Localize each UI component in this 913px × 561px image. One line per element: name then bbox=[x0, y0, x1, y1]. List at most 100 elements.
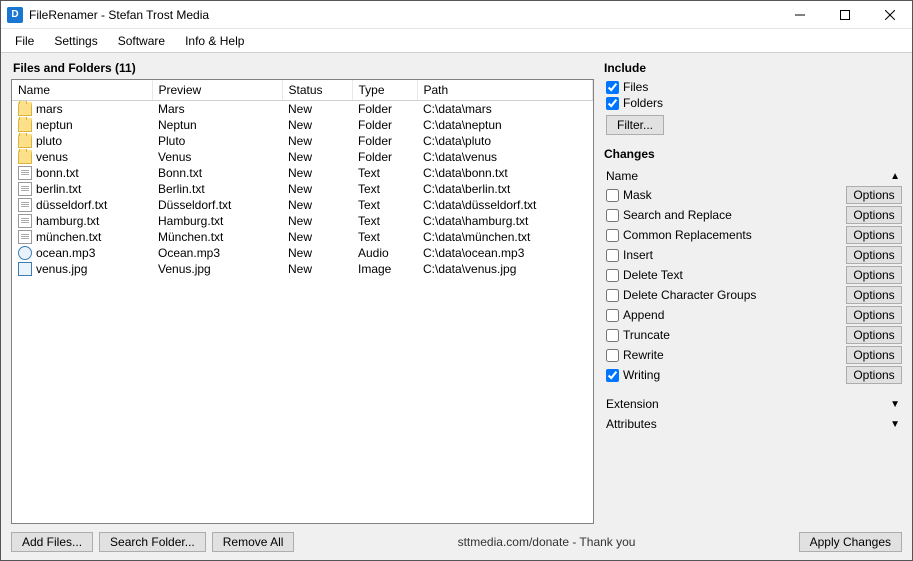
options-button[interactable]: Options bbox=[846, 326, 902, 344]
cell-status: New bbox=[282, 117, 352, 133]
options-button[interactable]: Options bbox=[846, 186, 902, 204]
options-button[interactable]: Options bbox=[846, 246, 902, 264]
cell-name: berlin.txt bbox=[36, 182, 81, 196]
change-checkbox-common replacements[interactable] bbox=[606, 229, 619, 242]
table-row[interactable]: düsseldorf.txtDüsseldorf.txtNewTextC:\da… bbox=[12, 197, 593, 213]
table-row[interactable]: münchen.txtMünchen.txtNewTextC:\data\mün… bbox=[12, 229, 593, 245]
window-buttons bbox=[777, 1, 912, 28]
add-files-button[interactable]: Add Files... bbox=[11, 532, 93, 552]
change-checkbox-delete character groups[interactable] bbox=[606, 289, 619, 302]
include-files-label[interactable]: Files bbox=[623, 80, 648, 94]
apply-changes-button[interactable]: Apply Changes bbox=[799, 532, 902, 552]
change-checkbox-rewrite[interactable] bbox=[606, 349, 619, 362]
col-status[interactable]: Status bbox=[282, 80, 352, 101]
group-attributes-header[interactable]: Attributes ▼ bbox=[602, 413, 902, 433]
close-button[interactable] bbox=[867, 1, 912, 28]
cell-type: Image bbox=[352, 261, 417, 277]
table-row[interactable]: neptunNeptunNewFolderC:\data\neptun bbox=[12, 117, 593, 133]
cell-status: New bbox=[282, 181, 352, 197]
change-label[interactable]: Search and Replace bbox=[623, 208, 732, 222]
change-checkbox-search and replace[interactable] bbox=[606, 209, 619, 222]
change-label[interactable]: Delete Character Groups bbox=[623, 288, 756, 302]
app-window: D FileRenamer - Stefan Trost Media File … bbox=[0, 0, 913, 561]
change-label[interactable]: Common Replacements bbox=[623, 228, 752, 242]
options-button[interactable]: Options bbox=[846, 306, 902, 324]
table-row[interactable]: bonn.txtBonn.txtNewTextC:\data\bonn.txt bbox=[12, 165, 593, 181]
table-row[interactable]: hamburg.txtHamburg.txtNewTextC:\data\ham… bbox=[12, 213, 593, 229]
cell-status: New bbox=[282, 149, 352, 165]
options-button[interactable]: Options bbox=[846, 206, 902, 224]
change-label[interactable]: Append bbox=[623, 308, 664, 322]
cell-path: C:\data\berlin.txt bbox=[417, 181, 593, 197]
menu-info-help[interactable]: Info & Help bbox=[175, 31, 254, 51]
change-checkbox-writing[interactable] bbox=[606, 369, 619, 382]
change-checkbox-truncate[interactable] bbox=[606, 329, 619, 342]
table-row[interactable]: marsMarsNewFolderC:\data\mars bbox=[12, 101, 593, 118]
menu-file[interactable]: File bbox=[5, 31, 44, 51]
include-heading: Include bbox=[602, 59, 902, 79]
folder-icon bbox=[18, 102, 32, 116]
table-header-row: Name Preview Status Type Path bbox=[12, 80, 593, 101]
files-table-container[interactable]: Name Preview Status Type Path marsMarsNe… bbox=[11, 79, 594, 524]
options-button[interactable]: Options bbox=[846, 346, 902, 364]
menu-settings[interactable]: Settings bbox=[44, 31, 107, 51]
options-button[interactable]: Options bbox=[846, 366, 902, 384]
cell-name: pluto bbox=[36, 134, 62, 148]
change-label[interactable]: Delete Text bbox=[623, 268, 683, 282]
change-label[interactable]: Writing bbox=[623, 368, 660, 382]
filter-button[interactable]: Filter... bbox=[606, 115, 664, 135]
content-area: Files and Folders (11) Name Preview Stat… bbox=[1, 53, 912, 526]
cell-path: C:\data\bonn.txt bbox=[417, 165, 593, 181]
change-checkbox-mask[interactable] bbox=[606, 189, 619, 202]
cell-type: Text bbox=[352, 181, 417, 197]
include-folders-label[interactable]: Folders bbox=[623, 96, 663, 110]
collapse-down-icon: ▼ bbox=[890, 399, 900, 410]
cell-type: Text bbox=[352, 229, 417, 245]
options-button[interactable]: Options bbox=[846, 266, 902, 284]
table-row[interactable]: venusVenusNewFolderC:\data\venus bbox=[12, 149, 593, 165]
include-folders-checkbox[interactable] bbox=[606, 97, 619, 110]
app-icon: D bbox=[7, 7, 23, 23]
maximize-button[interactable] bbox=[822, 1, 867, 28]
menu-software[interactable]: Software bbox=[108, 31, 175, 51]
remove-all-button[interactable]: Remove All bbox=[212, 532, 295, 552]
minimize-button[interactable] bbox=[777, 1, 822, 28]
image-icon bbox=[18, 262, 32, 276]
change-checkbox-delete text[interactable] bbox=[606, 269, 619, 282]
change-checkbox-append[interactable] bbox=[606, 309, 619, 322]
window-title: FileRenamer - Stefan Trost Media bbox=[29, 8, 777, 22]
change-checkbox-insert[interactable] bbox=[606, 249, 619, 262]
col-path[interactable]: Path bbox=[417, 80, 593, 101]
change-label[interactable]: Mask bbox=[623, 188, 652, 202]
col-name[interactable]: Name bbox=[12, 80, 152, 101]
options-button[interactable]: Options bbox=[846, 226, 902, 244]
change-label[interactable]: Rewrite bbox=[623, 348, 664, 362]
cell-path: C:\data\münchen.txt bbox=[417, 229, 593, 245]
cell-name: mars bbox=[36, 102, 63, 116]
table-row[interactable]: plutoPlutoNewFolderC:\data\pluto bbox=[12, 133, 593, 149]
options-button[interactable]: Options bbox=[846, 286, 902, 304]
cell-preview: Mars bbox=[152, 101, 282, 118]
cell-status: New bbox=[282, 213, 352, 229]
group-name-header[interactable]: Name ▲ bbox=[602, 165, 902, 185]
cell-type: Text bbox=[352, 165, 417, 181]
table-row[interactable]: ocean.mp3Ocean.mp3NewAudioC:\data\ocean.… bbox=[12, 245, 593, 261]
group-name-label: Name bbox=[606, 169, 638, 183]
cell-status: New bbox=[282, 229, 352, 245]
text-icon bbox=[18, 198, 32, 212]
folder-icon bbox=[18, 150, 32, 164]
col-preview[interactable]: Preview bbox=[152, 80, 282, 101]
table-row[interactable]: berlin.txtBerlin.txtNewTextC:\data\berli… bbox=[12, 181, 593, 197]
change-label[interactable]: Truncate bbox=[623, 328, 670, 342]
cell-preview: Venus bbox=[152, 149, 282, 165]
cell-status: New bbox=[282, 261, 352, 277]
include-files-checkbox[interactable] bbox=[606, 81, 619, 94]
cell-preview: Venus.jpg bbox=[152, 261, 282, 277]
search-folder-button[interactable]: Search Folder... bbox=[99, 532, 206, 552]
table-row[interactable]: venus.jpgVenus.jpgNewImageC:\data\venus.… bbox=[12, 261, 593, 277]
col-type[interactable]: Type bbox=[352, 80, 417, 101]
group-extension-header[interactable]: Extension ▼ bbox=[602, 393, 902, 413]
text-icon bbox=[18, 230, 32, 244]
cell-status: New bbox=[282, 101, 352, 118]
change-label[interactable]: Insert bbox=[623, 248, 653, 262]
